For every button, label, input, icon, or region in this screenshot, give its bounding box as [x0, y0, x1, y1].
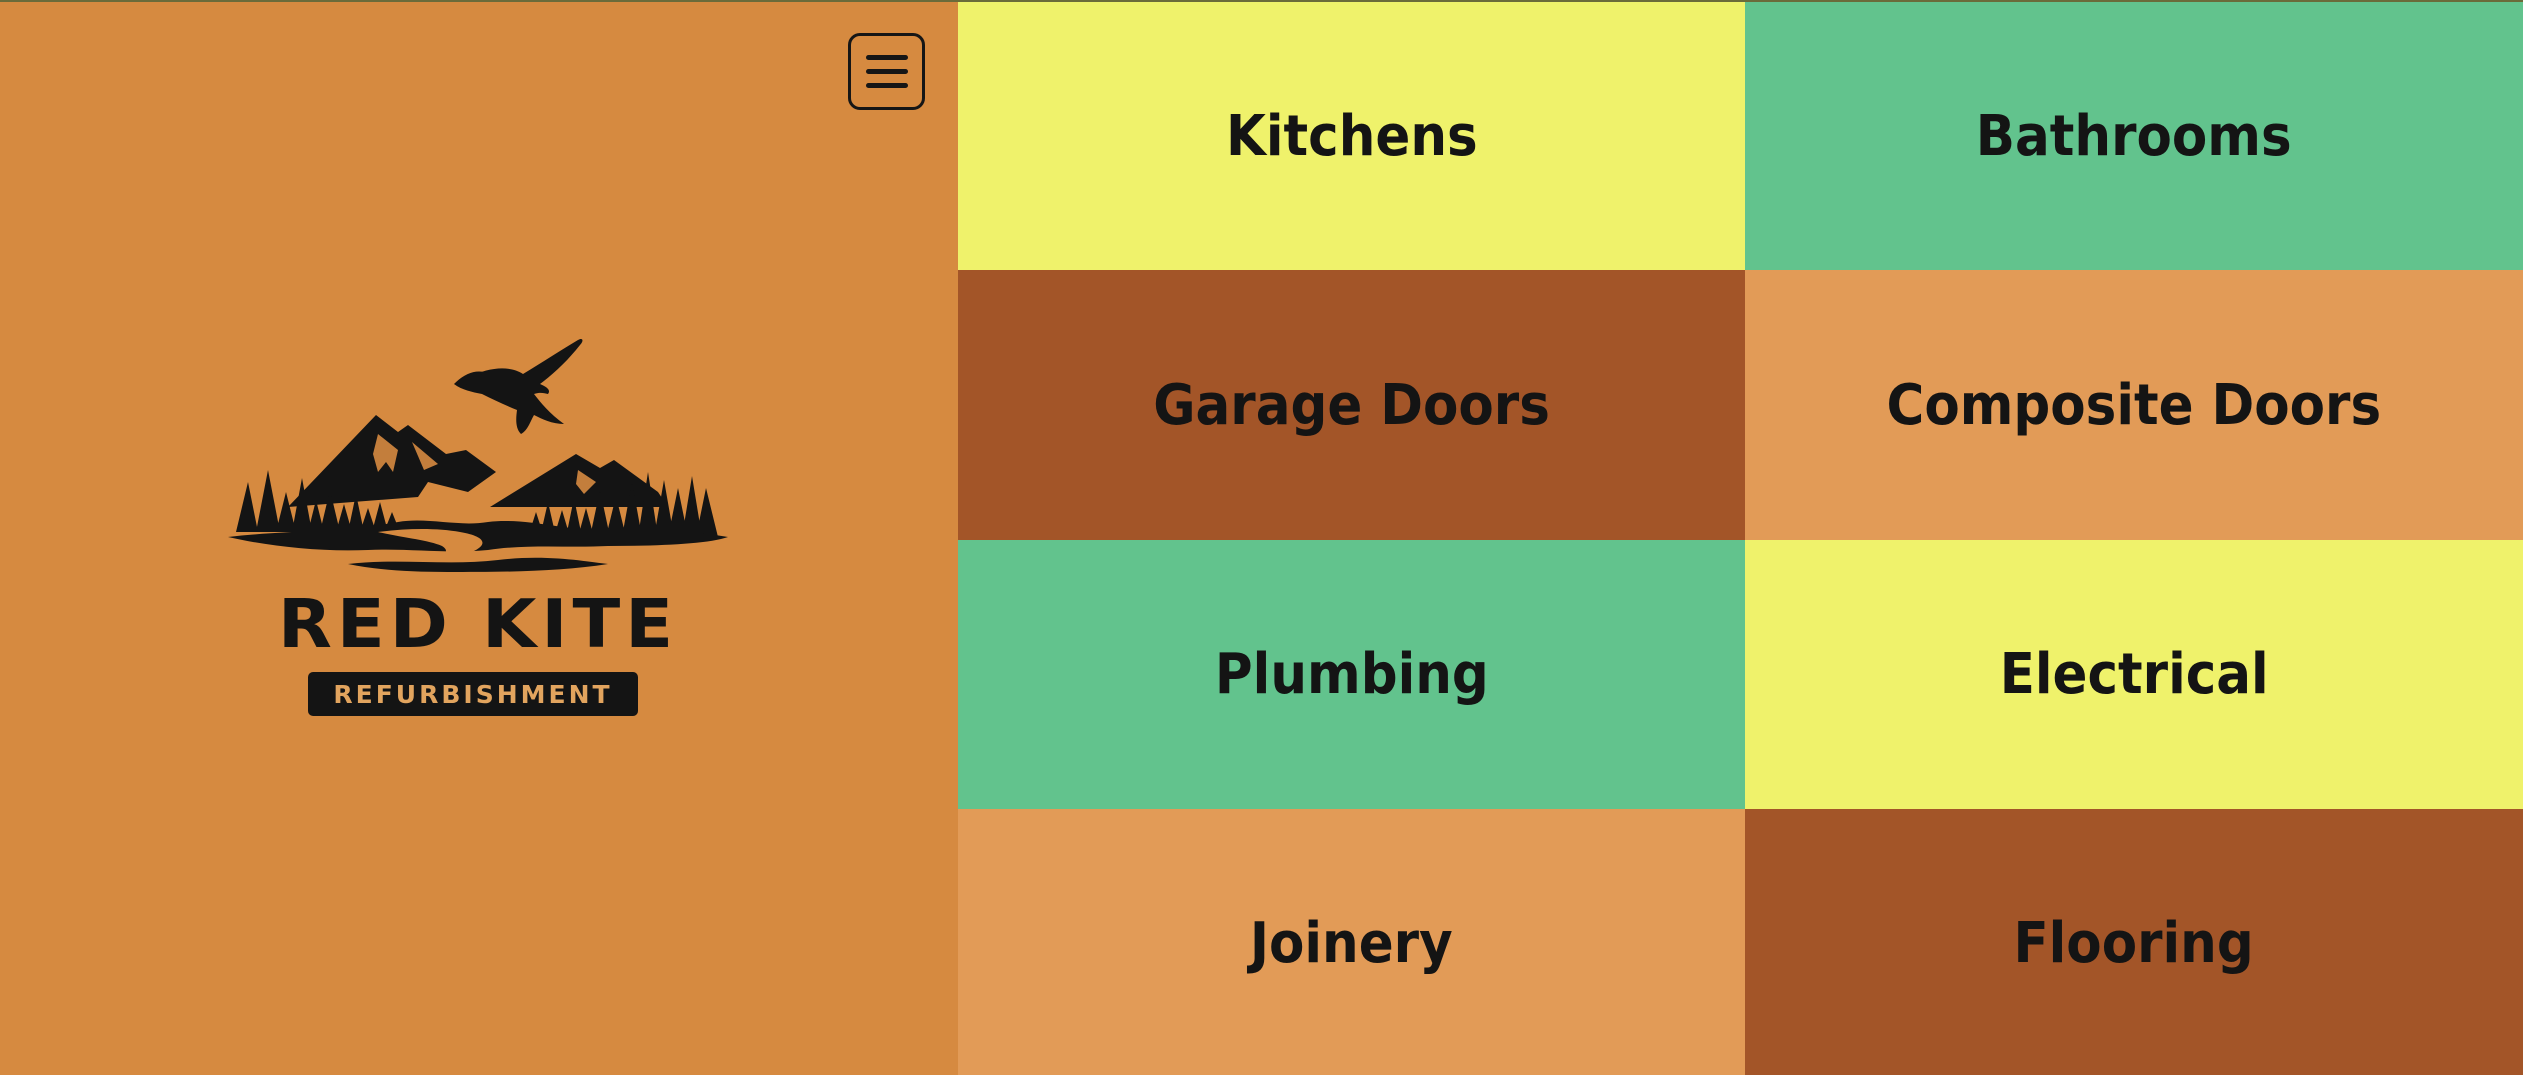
hamburger-menu-icon-bar	[865, 83, 908, 88]
hamburger-menu-icon	[865, 55, 908, 60]
service-tile-bathrooms[interactable]: Bathrooms	[1745, 2, 2523, 270]
service-tile-flooring[interactable]: Flooring	[1745, 809, 2523, 1075]
brand-tagline: REFURBISHMENT	[308, 672, 638, 716]
service-label: Kitchens	[1225, 103, 1478, 169]
services-grid: Kitchens Bathrooms Garage Doors Composit…	[958, 2, 2523, 1075]
page: RED KITE REFURBISHMENT Kitchens Bathroom…	[0, 0, 2523, 1075]
service-label: Composite Doors	[1886, 372, 2382, 438]
kite-over-mountains-icon	[228, 338, 728, 572]
menu-button[interactable]	[848, 33, 925, 110]
service-tile-garage-doors[interactable]: Garage Doors	[958, 270, 1745, 540]
service-tile-electrical[interactable]: Electrical	[1745, 540, 2523, 809]
hamburger-menu-icon-bar	[865, 69, 908, 74]
service-label: Electrical	[1999, 642, 2269, 707]
service-label: Garage Doors	[1153, 372, 1550, 438]
service-tile-composite-doors[interactable]: Composite Doors	[1745, 270, 2523, 540]
service-label: Joinery	[1250, 910, 1453, 976]
service-tile-kitchens[interactable]: Kitchens	[958, 2, 1745, 270]
service-tile-plumbing[interactable]: Plumbing	[958, 540, 1745, 809]
brand-name: RED KITE	[277, 585, 679, 663]
logo[interactable]: RED KITE REFURBISHMENT	[228, 332, 728, 722]
service-label: Flooring	[2013, 910, 2255, 976]
service-label: Plumbing	[1214, 642, 1489, 707]
service-tile-joinery[interactable]: Joinery	[958, 809, 1745, 1075]
service-label: Bathrooms	[1976, 103, 2292, 169]
brand-panel: RED KITE REFURBISHMENT	[0, 2, 958, 1075]
